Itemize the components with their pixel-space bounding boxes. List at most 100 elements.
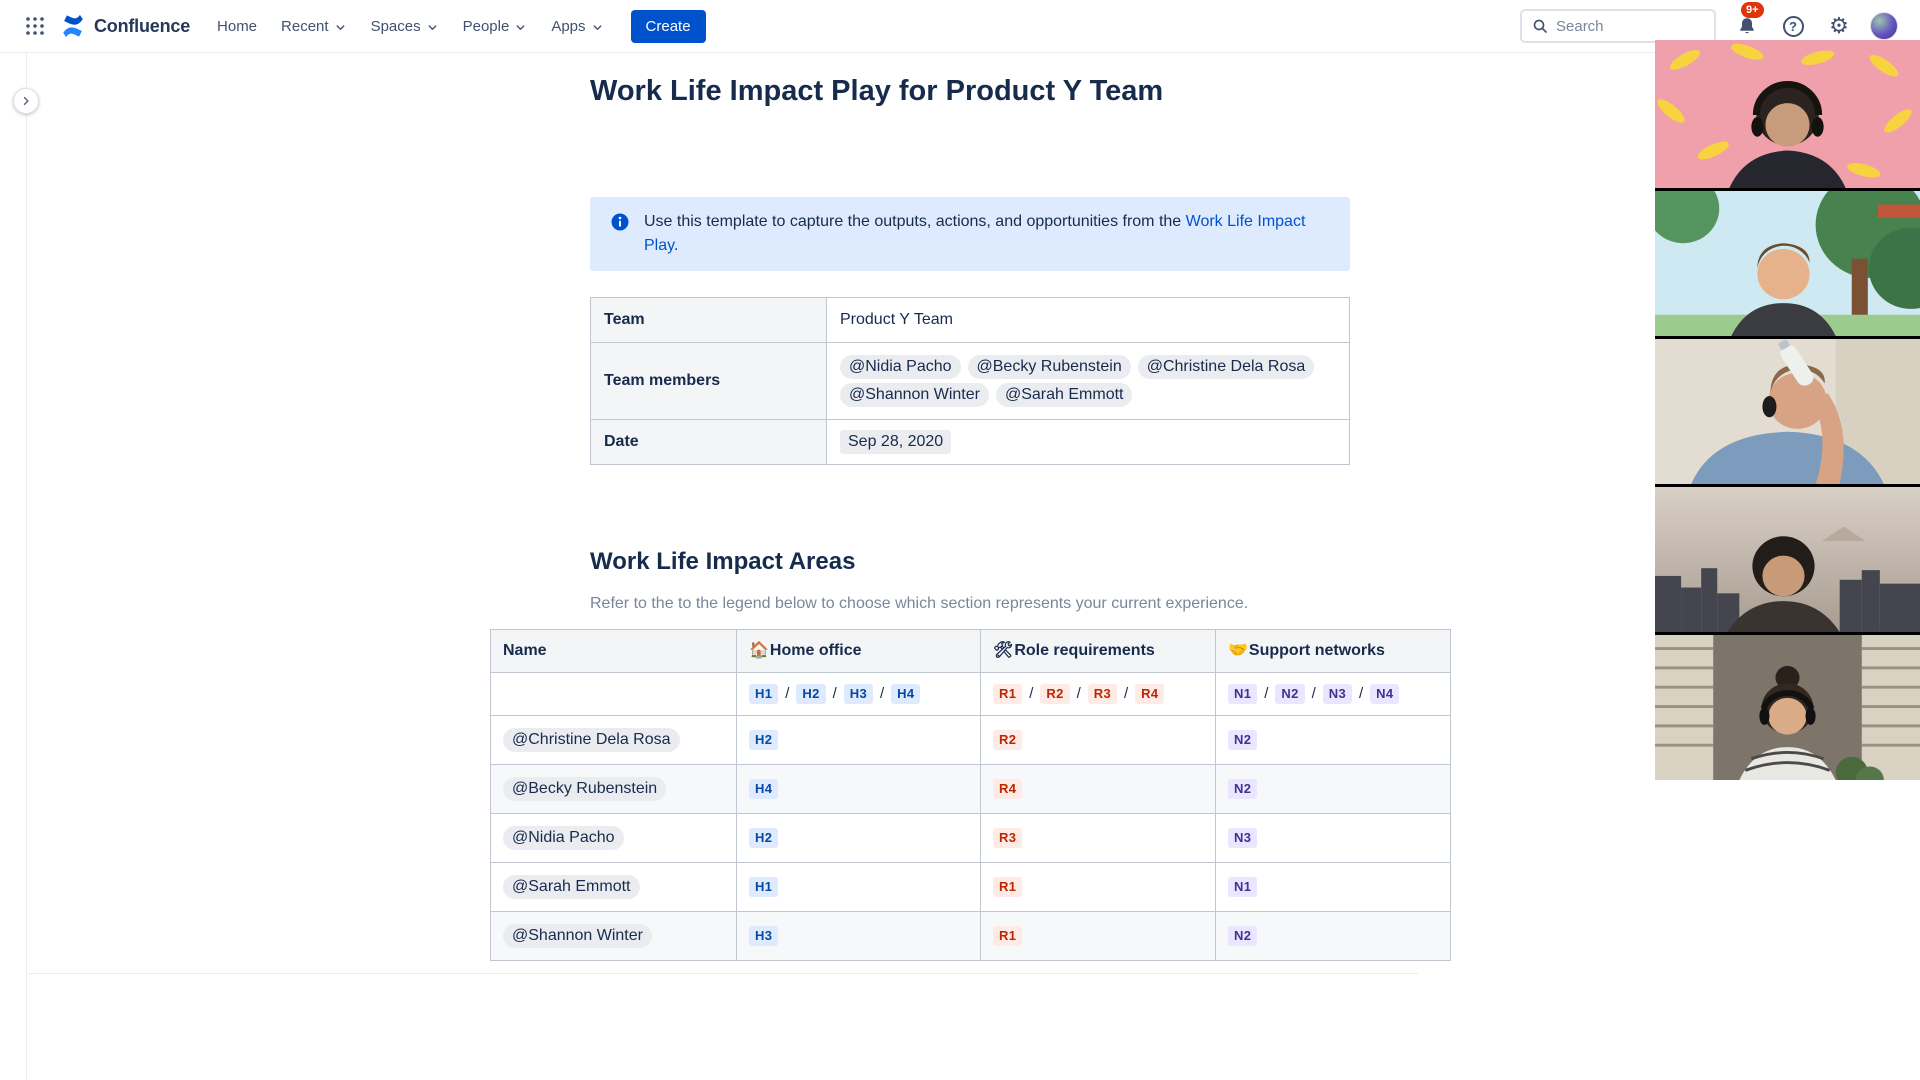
nav-item-label: Apps <box>551 17 586 35</box>
help-icon: ? <box>1782 15 1804 37</box>
create-button[interactable]: Create <box>630 9 706 43</box>
impact-role-cell: R2 <box>980 715 1216 765</box>
nav-item-people[interactable]: People <box>452 10 539 43</box>
impact-home-cell: H1 <box>736 862 981 912</box>
legend-cell-home: H1 / H2 / H3 / H4 <box>736 672 981 716</box>
status-lozenge: R4 <box>993 779 1023 799</box>
legend-empty-cell <box>490 672 737 716</box>
status-lozenge: R1 <box>993 877 1023 897</box>
section-heading: Work Life Impact Areas <box>590 548 856 575</box>
status-lozenge: R2 <box>993 730 1023 750</box>
impact-column-header: Name <box>490 629 737 673</box>
nav-item-recent[interactable]: Recent <box>270 10 358 43</box>
mention-pill[interactable]: @Becky Rubenstein <box>967 355 1131 379</box>
team-row-value: @Nidia Pacho @Becky Rubenstein @Christine … <box>826 342 1350 420</box>
info-icon <box>610 212 630 232</box>
impact-name-cell: @Shannon Winter <box>490 911 737 961</box>
status-lozenge: H1 <box>749 877 779 897</box>
notifications-button[interactable]: 9+ <box>1732 2 1764 41</box>
mention-pill[interactable]: @Becky Rubenstein <box>503 777 667 801</box>
nav-item-label: Home <box>217 17 258 35</box>
sidebar-expand-button[interactable] <box>13 88 39 114</box>
impact-name-cell: @Sarah Emmott <box>490 862 737 912</box>
status-lozenge: R4 <box>1135 684 1165 704</box>
user-avatar[interactable] <box>1870 12 1898 40</box>
impact-areas-table: Name 🏠Home office 🛠Role requirements 🤝Suppo… <box>490 629 1451 961</box>
gear-icon: ⚙ <box>1829 13 1849 38</box>
mention-pill[interactable]: @Sarah Emmott <box>995 383 1133 407</box>
impact-home-cell: H3 <box>736 911 981 961</box>
status-lozenge: R2 <box>1040 684 1070 704</box>
legend-cell-support: N1 / N2 / N3 / N4 <box>1215 672 1451 716</box>
status-lozenge: H2 <box>749 730 779 750</box>
status-lozenge: N3 <box>1228 828 1258 848</box>
search-input[interactable] <box>1556 17 1698 35</box>
status-lozenge: H2 <box>749 828 779 848</box>
team-value-text: Product Y Team <box>840 311 953 328</box>
info-panel: Use this template to capture the outputs… <box>590 197 1350 271</box>
mention-pill[interactable]: @Sarah Emmott <box>503 875 640 899</box>
mention-pill[interactable]: @Nidia Pacho <box>503 826 624 850</box>
status-lozenge: H4 <box>749 779 779 799</box>
mention-pill[interactable]: @Shannon Winter <box>503 924 652 948</box>
video-tile-2[interactable] <box>1655 188 1920 336</box>
status-lozenge: H1 <box>749 684 779 704</box>
video-tile-1[interactable] <box>1655 40 1920 188</box>
section-subtext: Refer to the to the legend below to choo… <box>590 595 1249 612</box>
mention-pill[interactable]: @Shannon Winter <box>840 383 989 407</box>
mention-pill[interactable]: @Christine Dela Rosa <box>1137 355 1315 379</box>
status-lozenge: R3 <box>993 828 1023 848</box>
participant-video-2 <box>1655 191 1920 336</box>
participant-video-3 <box>1655 339 1920 484</box>
legend-separator: / <box>1124 685 1129 702</box>
confluence-home-link[interactable]: Confluence <box>56 13 202 39</box>
video-tile-4[interactable] <box>1655 484 1920 632</box>
info-panel-text: Use this template to capture the outputs… <box>644 210 1330 258</box>
mention-pill[interactable]: @Christine Dela Rosa <box>503 728 680 752</box>
app-grid-icon <box>26 17 44 35</box>
app-switcher-button[interactable] <box>18 9 52 43</box>
mention-pill[interactable]: @Nidia Pacho <box>840 355 961 379</box>
impact-support-cell: N2 <box>1215 911 1451 961</box>
impact-column-label: Role requirements <box>1014 642 1155 659</box>
video-tile-3[interactable] <box>1655 336 1920 484</box>
tools-emoji-icon: 🛠 <box>993 642 1014 659</box>
impact-home-cell: H2 <box>736 715 981 765</box>
impact-column-header: 🛠Role requirements <box>980 629 1216 673</box>
legend-separator: / <box>1029 685 1034 702</box>
nav-item-label: Spaces <box>370 17 421 35</box>
impact-role-cell: R1 <box>980 862 1216 912</box>
search-icon <box>1533 19 1547 33</box>
handshake-emoji-icon: 🤝 <box>1228 642 1248 659</box>
legend-separator: / <box>1076 685 1081 702</box>
nav-item-apps[interactable]: Apps <box>540 10 614 43</box>
participant-video-4 <box>1655 487 1920 632</box>
team-row-label: Team <box>590 297 827 343</box>
home-emoji-icon: 🏠 <box>749 642 769 659</box>
team-table-row: Date Sep 28, 2020 <box>590 419 1350 465</box>
status-lozenge: N3 <box>1322 684 1352 704</box>
impact-home-cell: H4 <box>736 764 981 814</box>
info-text-after: . <box>673 237 679 254</box>
brand-name: Confluence <box>94 15 191 36</box>
team-row-value: Product Y Team <box>826 297 1350 343</box>
content-bottom-divider <box>28 973 1418 974</box>
video-tile-5[interactable] <box>1655 632 1920 780</box>
impact-name-cell: @Christine Dela Rosa <box>490 715 737 765</box>
settings-button[interactable]: ⚙ <box>1824 11 1854 41</box>
impact-role-cell: R1 <box>980 911 1216 961</box>
impact-column-label: Name <box>503 642 547 659</box>
help-button[interactable]: ? <box>1778 11 1808 41</box>
legend-separator: / <box>785 685 790 702</box>
impact-table-body: H1 / H2 / H3 / H4 R1 / R2 / R3 / R4 N1 / N2 / N3 / N4 @Chris… <box>490 672 1451 961</box>
impact-name-cell: @Becky Rubenstein <box>490 764 737 814</box>
search-box[interactable] <box>1520 9 1716 43</box>
legend-separator: / <box>832 685 837 702</box>
impact-column-label: Support networks <box>1248 642 1385 659</box>
team-row-label: Date <box>590 419 827 465</box>
nav-item-home[interactable]: Home <box>206 10 268 43</box>
impact-support-cell: N3 <box>1215 813 1451 863</box>
nav-item-spaces[interactable]: Spaces <box>360 10 450 43</box>
impact-column-label: Home office <box>769 642 862 659</box>
impact-role-cell: R3 <box>980 813 1216 863</box>
